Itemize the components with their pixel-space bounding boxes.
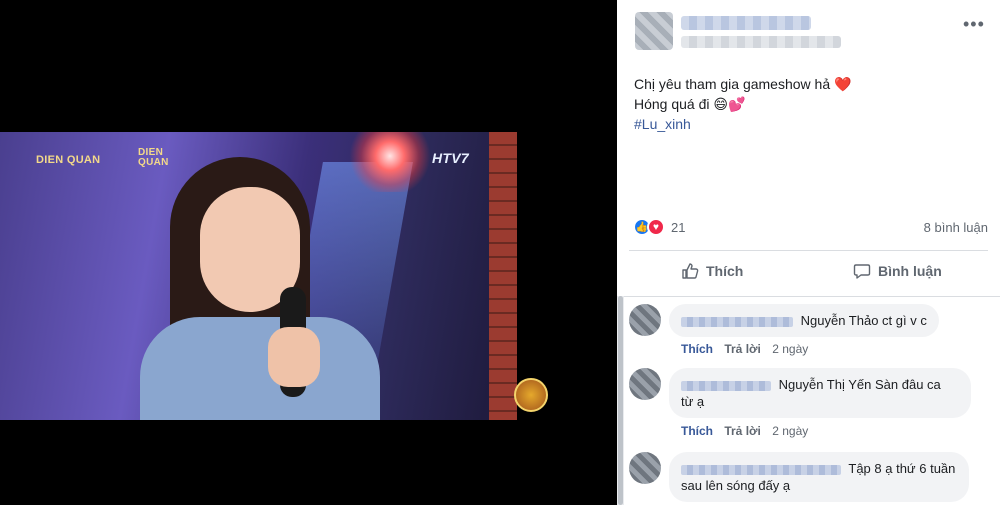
comment-count-link[interactable]: 8 bình luận [924, 220, 988, 235]
comment-time: 2 ngày [772, 342, 809, 356]
video-frame[interactable]: DIEN QUAN DIEN QUAN HTV7 [0, 132, 517, 420]
comment-item: Tập 8 ạ thứ 6 tuần sau lên sóng đấy ạ [629, 452, 989, 505]
comment-time: 2 ngày [772, 424, 809, 438]
author-avatar[interactable] [635, 12, 673, 50]
post-meta-blurred [681, 36, 841, 48]
media-viewer: DIEN QUAN DIEN QUAN HTV7 [0, 0, 617, 505]
comments-scrollbar[interactable] [617, 296, 624, 505]
scroll-thumb[interactable] [618, 296, 623, 505]
smile-hearts-emoji: 😄💕 [713, 96, 746, 112]
comment-item: Nguyễn Thị Yến Sàn đâu ca từ ạ Thích Trả… [629, 368, 989, 444]
speech-bubble-icon [853, 264, 871, 279]
heart-emoji: ❤️ [834, 76, 852, 92]
denim-jacket [140, 317, 380, 420]
comment-actions: Thích Trả lời 2 ngày [681, 424, 816, 438]
post-line-2: Hóng quá đi 😄💕 [634, 96, 746, 112]
post-panel: ••• Chị yêu tham gia gameshow hả ❤️ Hóng… [617, 0, 1000, 505]
commenter-avatar[interactable] [629, 368, 661, 400]
hand [268, 327, 320, 387]
comment-text: Nguyễn Thảo ct gì v c [800, 313, 927, 328]
author-name-blurred[interactable] [681, 16, 811, 30]
show-badge-icon [514, 378, 548, 412]
comment-bubble: Tập 8 ạ thứ 6 tuần sau lên sóng đấy ạ [669, 452, 969, 502]
comment-text-cont: sau lên sóng đấy ạ [681, 478, 791, 493]
htv7-logo: HTV7 [432, 150, 469, 166]
comment-button[interactable]: Bình luận [853, 262, 942, 280]
post-body: Chị yêu tham gia gameshow hả ❤️ Hóng quá… [634, 74, 851, 134]
comment-text: Nguyễn Thị Yến Sàn đâu ca [778, 377, 941, 392]
post-line-1: Chị yêu tham gia gameshow hả ❤️ [634, 76, 852, 92]
divider [617, 296, 1000, 297]
divider [629, 250, 988, 251]
brick-wall [489, 132, 517, 420]
comment-bubble: Nguyễn Thảo ct gì v c [669, 304, 939, 337]
comment-bubble: Nguyễn Thị Yến Sàn đâu ca từ ạ [669, 368, 971, 418]
comment-reply-link[interactable]: Trả lời [724, 342, 761, 356]
reaction-summary[interactable]: 👍 ♥ 21 [633, 218, 685, 236]
thumbs-up-icon [682, 263, 699, 279]
comment-like-link[interactable]: Thích [681, 424, 713, 438]
more-options-icon[interactable]: ••• [963, 14, 985, 35]
comment-actions: Thích Trả lời 2 ngày [681, 342, 816, 356]
like-button[interactable]: Thích [681, 262, 743, 280]
dienquan-logo-2: DIEN QUAN [138, 147, 169, 168]
commenter-avatar[interactable] [629, 452, 661, 484]
hashtag-link[interactable]: #Lu_xinh [634, 114, 851, 134]
comment-like-link[interactable]: Thích [681, 342, 713, 356]
comment-text: Tập 8 ạ thứ 6 tuần [848, 461, 956, 476]
comment-reply-link[interactable]: Trả lời [724, 424, 761, 438]
commenter-name-blurred[interactable] [681, 316, 793, 327]
commenter-avatar[interactable] [629, 304, 661, 336]
commenter-name-blurred[interactable] [681, 380, 771, 391]
reaction-count: 21 [671, 219, 686, 235]
woman-with-microphone [140, 157, 380, 420]
love-reaction-icon: ♥ [647, 218, 665, 236]
comment-item: Nguyễn Thảo ct gì v c Thích Trả lời 2 ng… [629, 304, 989, 364]
commenter-name-blurred[interactable] [681, 464, 841, 475]
comment-text-cont: từ ạ [681, 394, 705, 409]
dienquan-logo: DIEN QUAN [36, 154, 101, 166]
